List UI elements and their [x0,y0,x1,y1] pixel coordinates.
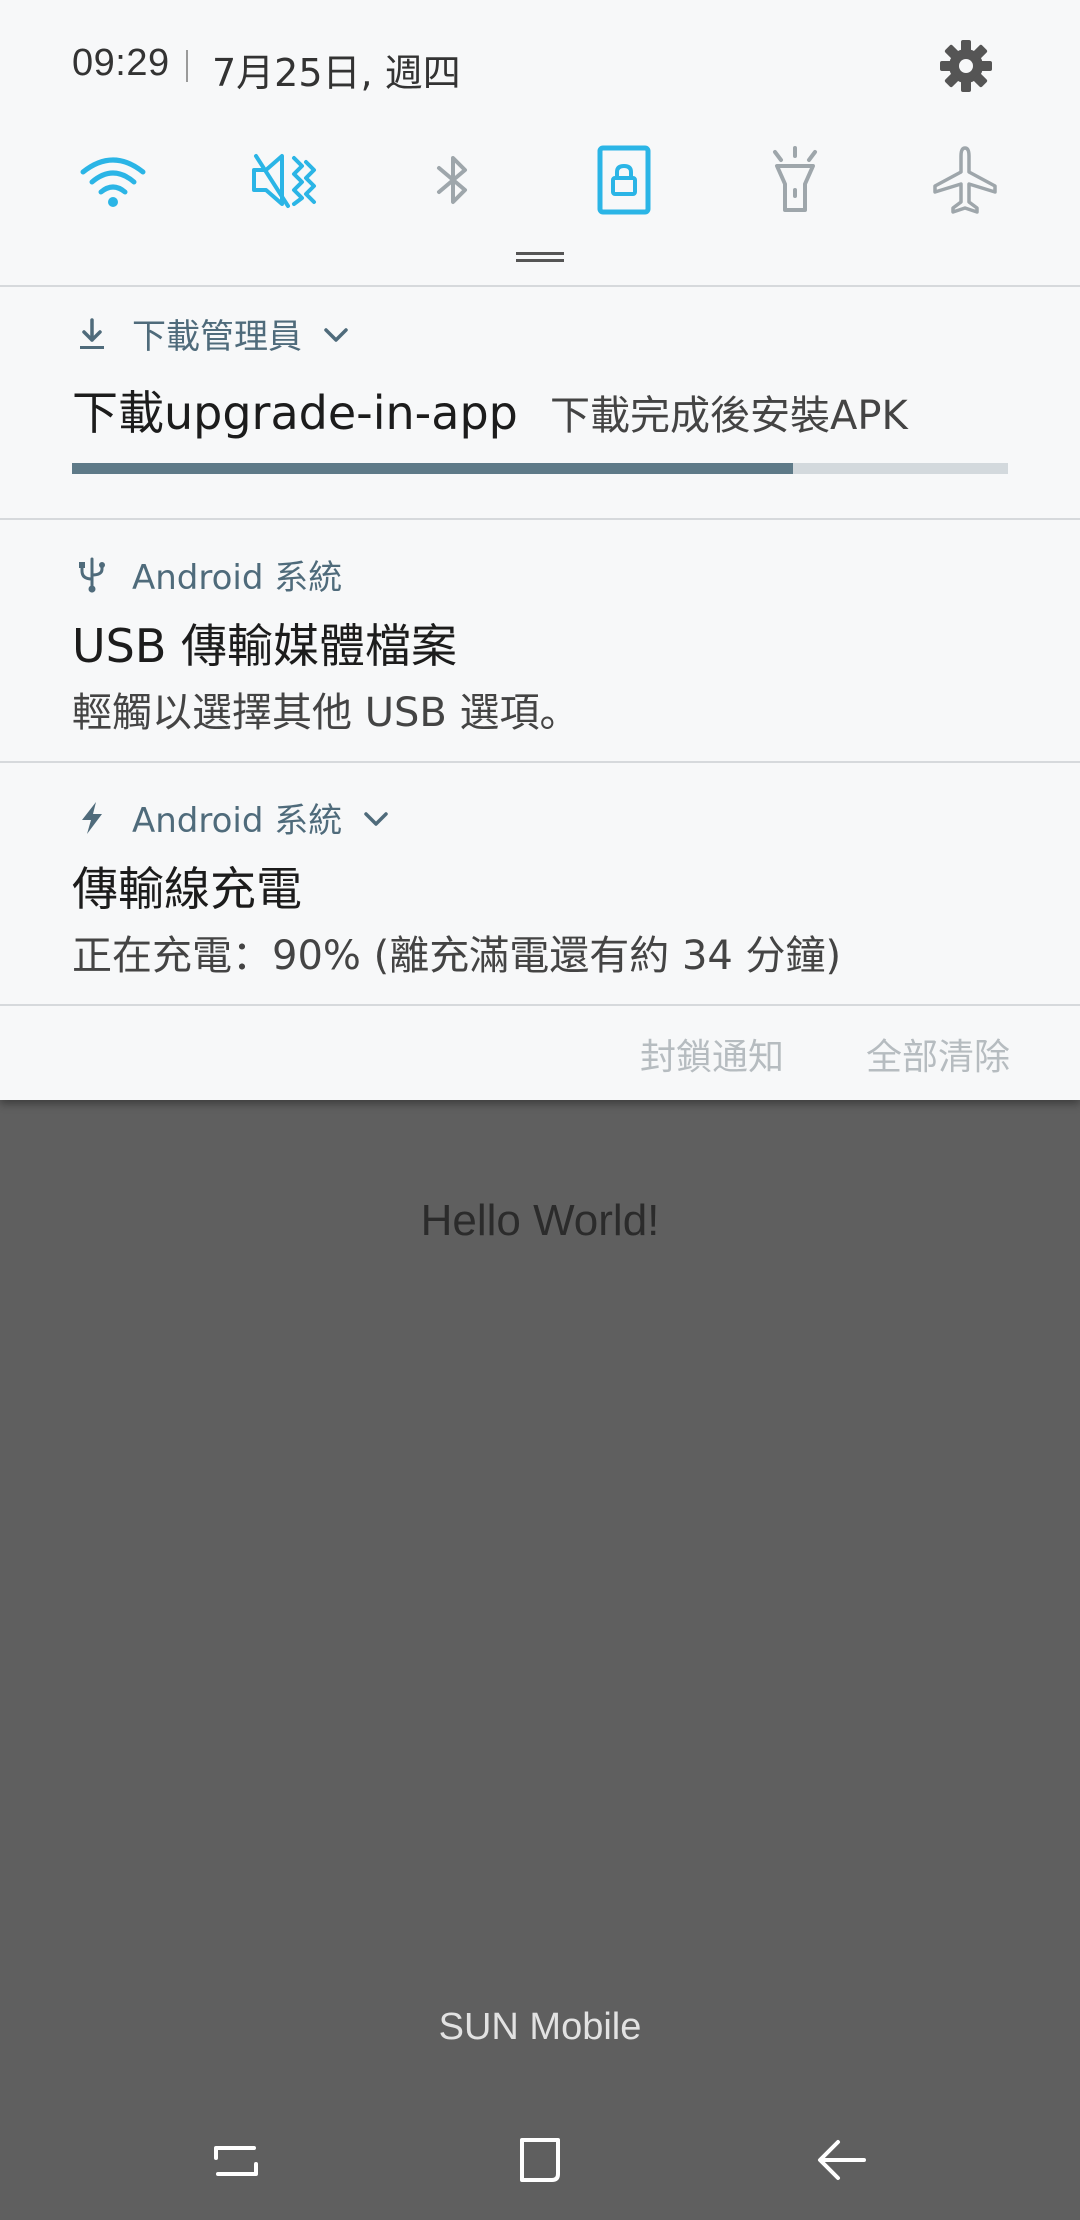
usb-icon [72,555,112,595]
back-icon [818,2140,866,2180]
settings-button[interactable] [936,36,996,96]
notification-app-name: 下載管理員 [132,317,302,357]
notification-text: 輕觸以選擇其他 USB 選項。 [72,690,580,736]
notification-shade: 09:29 7月25日, 週四 下載管理員 下載upgrade-in-app 下… [0,0,1080,1100]
time-date-separator [186,50,188,82]
home-icon [520,2138,560,2182]
status-row: 09:29 7月25日, 週四 [0,0,1080,135]
expand-chevron-icon[interactable] [318,316,354,352]
charging-bolt-icon [72,798,112,838]
bluetooth-toggle[interactable] [413,140,493,220]
airplane-toggle[interactable] [925,140,1005,220]
flashlight-icon [773,146,817,212]
bluetooth-icon [437,156,467,204]
hello-world-text: Hello World! [420,1196,660,1245]
notification-app-name: Android 系統 [132,801,343,841]
vibrate-mute-icon [252,154,316,208]
back-button[interactable] [782,2100,902,2220]
shade-drag-handle[interactable] [516,252,564,262]
notification-header: 下載管理員 [72,309,354,358]
recents-button[interactable] [176,2100,296,2220]
notification-actions: 封鎖通知 全部清除 [0,1006,1080,1096]
notification-text: 正在充電：90% (離充滿電還有約 34 分鐘) [72,933,842,979]
app-background [0,1100,1080,2220]
date: 7月25日, 週四 [212,51,461,95]
wifi-toggle[interactable] [73,140,153,220]
sound-toggle[interactable] [244,140,324,220]
download-icon [72,314,112,354]
charging-notification[interactable]: Android 系統 傳輸線充電 正在充電：90% (離充滿電還有約 34 分鐘… [0,763,1080,1003]
notification-title: 傳輸線充電 [72,862,302,916]
notification-header: Android 系統 [72,793,394,842]
recents-icon [214,2146,258,2176]
expand-chevron-icon[interactable] [358,800,394,836]
carrier-label: SUN Mobile [438,2006,642,2048]
notification-subtitle: 下載完成後安裝APK [550,393,908,439]
airplane-icon [933,146,997,214]
usb-notification[interactable]: Android 系統 USB 傳輸媒體檔案 輕觸以選擇其他 USB 選項。 [0,520,1080,760]
clear-all-button[interactable]: 全部清除 [866,1028,1010,1080]
notification-app-name: Android 系統 [132,558,343,598]
notification-header: Android 系統 [72,550,342,599]
portrait-lock-icon [597,145,651,215]
download-progress-fill [72,463,793,474]
block-notifications-button[interactable]: 封鎖通知 [640,1028,784,1080]
notification-title: 下載upgrade-in-app [72,386,518,440]
navigation-bar [0,2100,1080,2220]
home-button[interactable] [480,2100,600,2220]
wifi-icon [80,157,146,207]
rotation-lock-toggle[interactable] [584,140,664,220]
clock: 09:29 [72,42,170,84]
download-notification[interactable]: 下載管理員 下載upgrade-in-app 下載完成後安裝APK [0,287,1080,517]
gear-icon [940,40,992,92]
flashlight-toggle[interactable] [755,140,835,220]
notification-title: USB 傳輸媒體檔案 [72,619,458,673]
download-progress-bar [72,463,1008,474]
quick-settings-row [0,140,1080,220]
